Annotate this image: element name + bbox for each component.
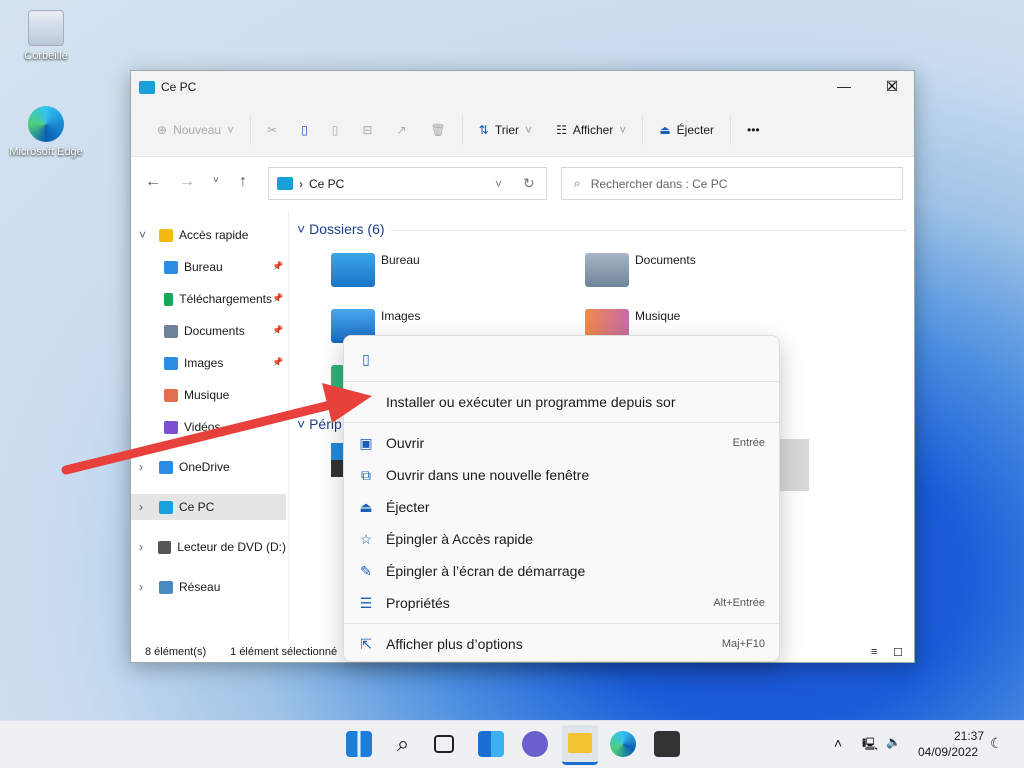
arrow-shaft [61,400,335,475]
clock-time[interactable]: 21:37 [954,729,984,743]
teams-chat-button[interactable] [522,731,548,757]
widgets-button[interactable] [478,731,504,757]
clock-date[interactable]: 04/09/2022 [918,745,978,759]
task-view-button[interactable] [434,735,454,753]
file-explorer-button[interactable] [562,725,598,765]
network-icon[interactable]: 🖳 [862,735,878,756]
volume-icon[interactable]: 🔈 [886,735,901,749]
focus-assist-icon[interactable]: ☾ [990,735,1003,752]
taskbar: ⌕ ˄ 🖳 🔈 21:37 04/09/2022 ☾ [0,720,1024,768]
show-hidden-icons-button[interactable]: ˄ [834,735,842,751]
store-button[interactable] [654,731,680,757]
search-button[interactable]: ⌕ [390,731,416,757]
edge-button[interactable] [610,731,636,757]
annotation-arrow [61,383,372,475]
arrow-head [322,383,372,423]
start-button[interactable] [346,731,372,757]
folder-icon [568,733,592,753]
